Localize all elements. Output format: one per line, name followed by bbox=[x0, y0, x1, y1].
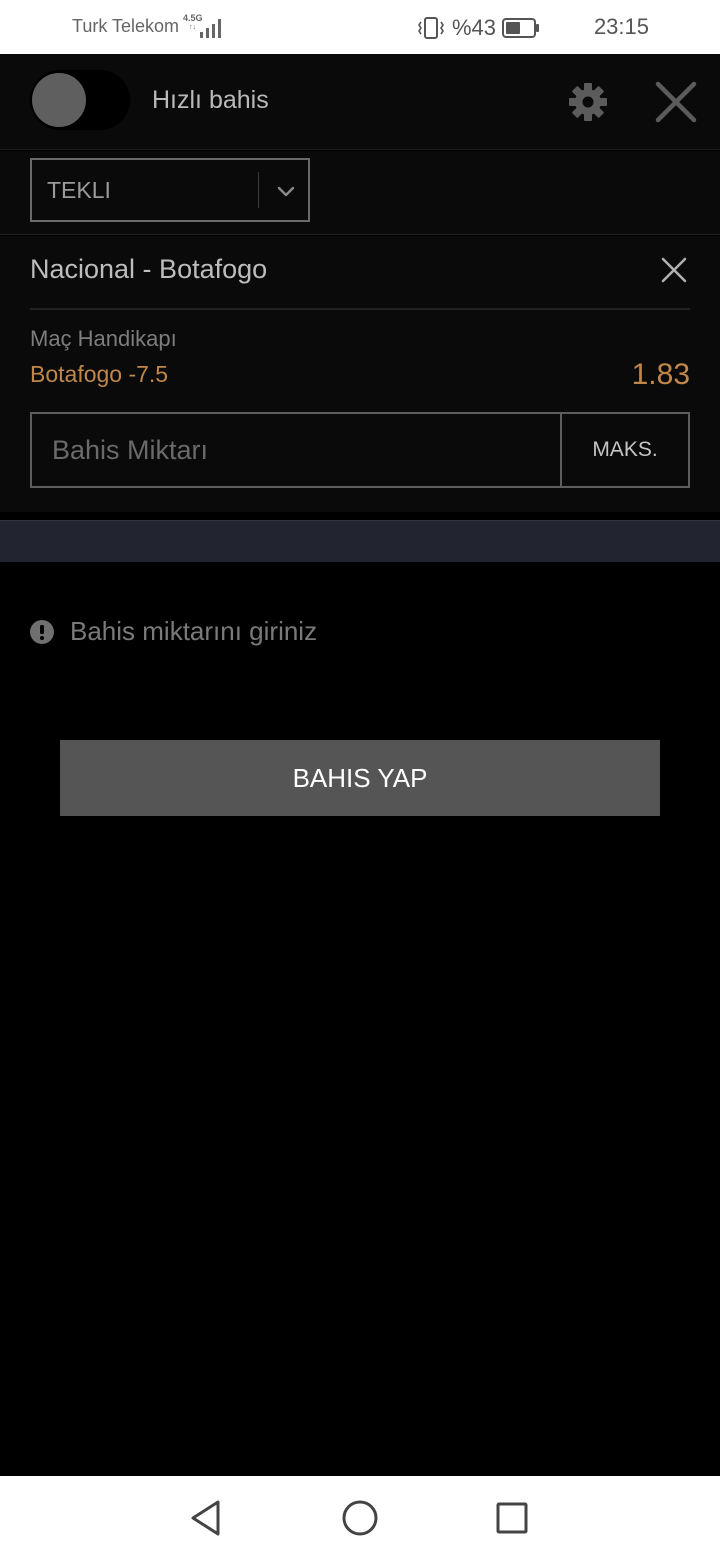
place-bet-button[interactable]: BAHIS YAP bbox=[60, 740, 660, 816]
separator-band bbox=[0, 520, 720, 562]
quick-bet-title: Hızlı bahis bbox=[152, 86, 269, 114]
remove-bet-icon[interactable] bbox=[660, 256, 688, 284]
toggle-knob bbox=[32, 73, 86, 127]
back-icon[interactable] bbox=[188, 1498, 224, 1538]
warning-text: Bahis miktarını giriniz bbox=[70, 616, 318, 646]
battery-icon bbox=[502, 18, 539, 38]
chevron-down-icon bbox=[277, 186, 295, 197]
stake-warning: Bahis miktarını giriniz bbox=[30, 616, 317, 647]
close-icon[interactable] bbox=[654, 80, 698, 124]
quick-bet-header: Hızlı bahis bbox=[0, 54, 720, 150]
stake-input[interactable] bbox=[32, 414, 560, 486]
odds-value: 1.83 bbox=[631, 358, 690, 391]
selection-name: Botafogo -7.5 bbox=[30, 361, 169, 387]
navigation-bar bbox=[0, 1476, 720, 1560]
exclamation-icon bbox=[30, 619, 54, 644]
bet-card: Nacional - Botafogo Maç Handikapı Botafo… bbox=[0, 236, 720, 512]
card-divider bbox=[30, 308, 690, 310]
stake-box: MAKS. bbox=[30, 412, 690, 488]
vibrate-icon bbox=[417, 17, 444, 39]
carrier-name: Turk Telekom bbox=[72, 16, 180, 36]
match-title: Nacional - Botafogo bbox=[30, 254, 268, 284]
clock: 23:15 bbox=[593, 14, 649, 39]
signal-icon bbox=[200, 19, 221, 38]
status-right: %43 bbox=[416, 14, 540, 42]
select-divider bbox=[258, 172, 259, 208]
status-bar: Turk Telekom 4.5G ↑↓ %43 23:15 bbox=[0, 0, 720, 54]
bet-type-value: TEKLI bbox=[47, 177, 111, 203]
recent-apps-icon[interactable] bbox=[494, 1500, 530, 1536]
market-name: Maç Handikapı bbox=[30, 326, 177, 351]
gear-icon[interactable] bbox=[568, 82, 608, 122]
max-stake-button[interactable]: MAKS. bbox=[560, 414, 688, 486]
battery-percent: %43 bbox=[451, 15, 496, 40]
bet-type-select[interactable]: TEKLI bbox=[30, 158, 310, 222]
home-icon[interactable] bbox=[340, 1498, 380, 1538]
quick-bet-toggle[interactable] bbox=[30, 70, 130, 130]
bet-type-area: TEKLI bbox=[0, 151, 720, 235]
